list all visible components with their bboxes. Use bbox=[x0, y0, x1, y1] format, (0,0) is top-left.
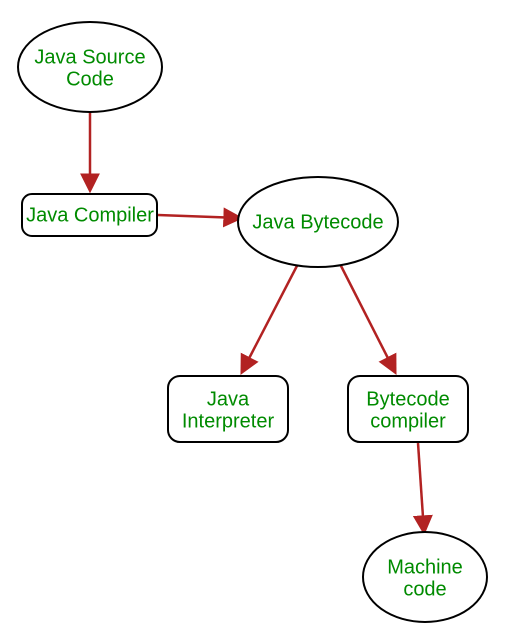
node-java-interpreter-label1: Java bbox=[207, 388, 250, 410]
node-java-source-code: Java Source Code bbox=[18, 22, 162, 112]
node-java-interpreter-label2: Interpreter bbox=[182, 410, 275, 432]
edge-compiler-to-bytecode bbox=[158, 215, 240, 218]
edge-bytecode-to-bcompiler bbox=[338, 260, 395, 372]
node-java-compiler: Java Compiler bbox=[22, 194, 157, 236]
edge-bytecode-to-interpreter bbox=[242, 260, 300, 372]
node-java-compiler-label: Java Compiler bbox=[26, 204, 154, 226]
node-machine-code-label2: code bbox=[403, 578, 446, 600]
node-java-source-code-label2: Code bbox=[66, 68, 114, 90]
node-java-bytecode: Java Bytecode bbox=[238, 177, 398, 267]
node-bytecode-compiler-label1: Bytecode bbox=[366, 388, 449, 410]
node-bytecode-compiler-label2: compiler bbox=[370, 410, 446, 432]
node-bytecode-compiler: Bytecode compiler bbox=[348, 376, 468, 442]
node-java-bytecode-label: Java Bytecode bbox=[252, 211, 383, 233]
node-machine-code-label1: Machine bbox=[387, 556, 463, 578]
node-machine-code: Machine code bbox=[363, 532, 487, 622]
node-java-interpreter: Java Interpreter bbox=[168, 376, 288, 442]
node-java-source-code-label1: Java Source bbox=[34, 46, 145, 68]
edge-bcompiler-to-machine bbox=[418, 443, 424, 532]
java-compilation-diagram: Java Source Code Java Compiler Java Byte… bbox=[0, 0, 522, 642]
edges-group bbox=[90, 107, 424, 532]
